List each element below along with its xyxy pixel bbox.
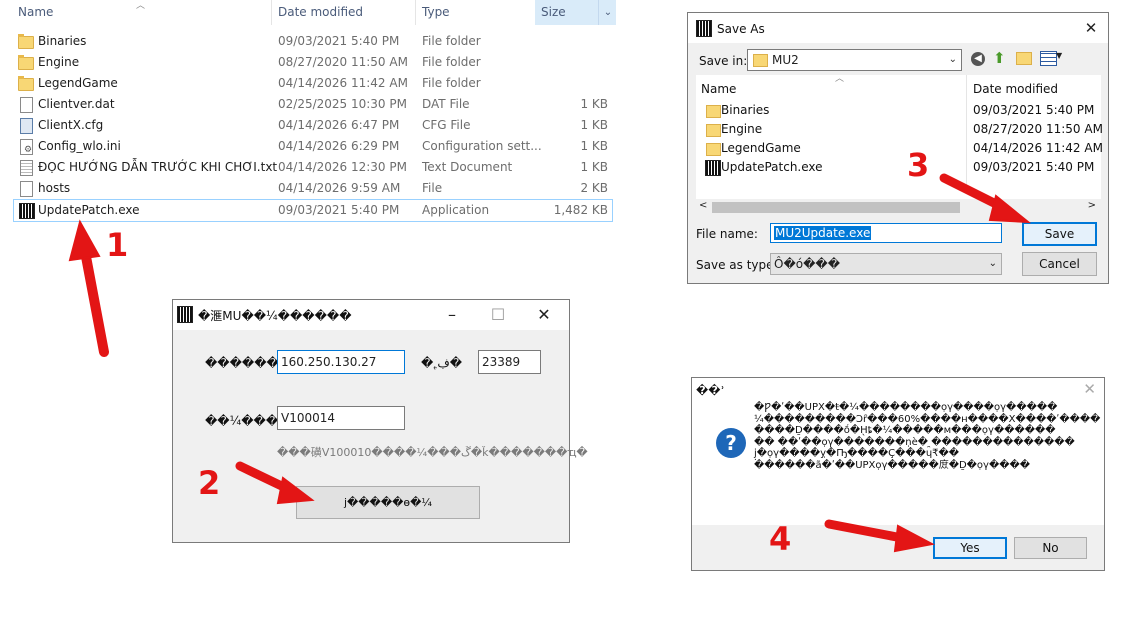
arrow-1-head [68, 219, 101, 262]
arrow-1-shaft [79, 241, 109, 357]
step-3-label: 3 [907, 146, 930, 184]
step-1-label: 1 [106, 226, 129, 264]
arrow-2-head [276, 476, 315, 505]
arrow-4-shaft [824, 519, 907, 543]
step-2-label: 2 [198, 464, 221, 502]
annotation-arrows [68, 173, 1032, 553]
arrow-3-head [988, 194, 1032, 224]
step-4-label: 4 [769, 520, 792, 558]
arrow-4-head [893, 524, 935, 553]
